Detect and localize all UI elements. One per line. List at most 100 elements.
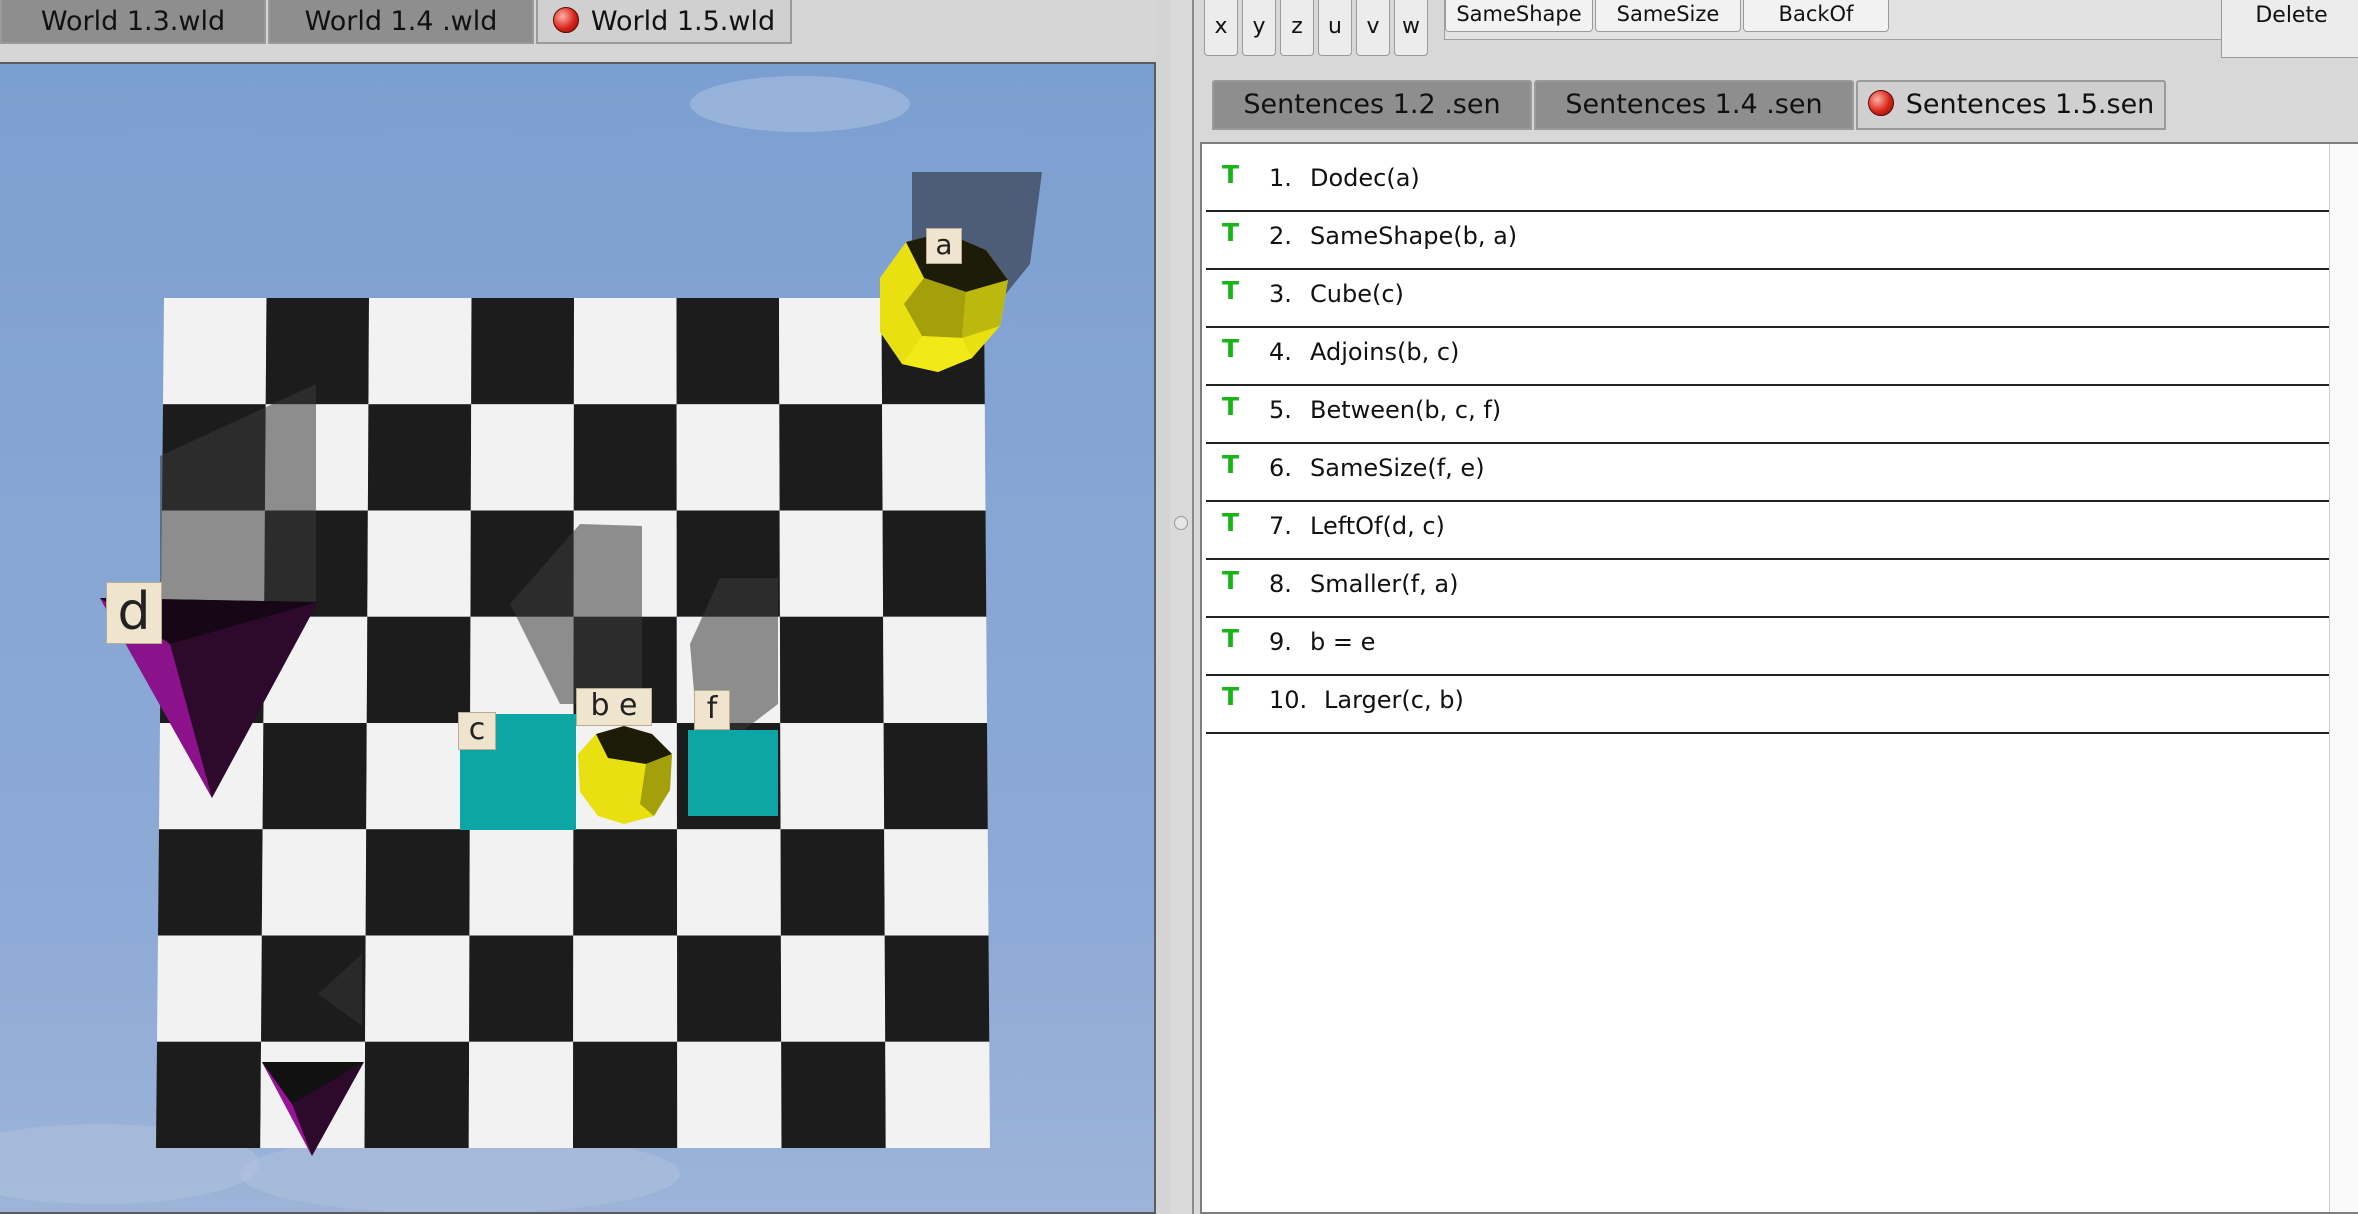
board-square[interactable] [157, 935, 262, 1042]
board-square[interactable] [364, 1041, 470, 1148]
board-square[interactable] [573, 298, 677, 405]
tab-world-1-3[interactable]: World 1.3.wld [0, 0, 266, 44]
sentence-editor[interactable]: T 1. Dodec(a) T 2. SameShape(b, a) T 3. … [1200, 142, 2358, 1214]
sentence-text[interactable]: Cube(c) [1310, 280, 1404, 308]
board-square[interactable] [677, 935, 782, 1042]
board-square[interactable] [158, 829, 263, 936]
variable-button-x[interactable]: x [1204, 0, 1238, 56]
board-square[interactable] [163, 298, 267, 405]
board-square[interactable] [780, 935, 886, 1042]
board-square[interactable] [676, 404, 780, 511]
variable-button-z[interactable]: z [1280, 0, 1314, 56]
predicate-button-sameshape[interactable]: SameShape [1445, 0, 1593, 32]
sentence-text[interactable]: Dodec(a) [1310, 164, 1420, 192]
sentence-row[interactable]: T 1. Dodec(a) [1206, 154, 2330, 212]
board-square[interactable] [365, 829, 470, 936]
tab-label: World 1.4 .wld [304, 6, 498, 37]
board-square[interactable] [781, 1041, 886, 1148]
vertical-scrollbar[interactable] [2329, 144, 2358, 1212]
sentence-text[interactable]: SameSize(f, e) [1310, 454, 1485, 482]
board-square[interactable] [885, 1041, 990, 1148]
truth-value: T [1222, 334, 1240, 363]
variable-button-y[interactable]: y [1242, 0, 1276, 56]
truth-value: T [1222, 682, 1240, 711]
board-square[interactable] [261, 829, 367, 936]
sentence-row[interactable]: T 6. SameSize(f, e) [1206, 444, 2330, 502]
board-square[interactable] [470, 404, 574, 511]
predicate-button-samesize[interactable]: SameSize [1595, 0, 1741, 32]
sentence-text[interactable]: Larger(c, b) [1324, 686, 1464, 714]
board-square[interactable] [676, 829, 781, 936]
board-square[interactable] [367, 510, 471, 617]
board-square[interactable] [882, 510, 987, 617]
object-label-f: f [694, 690, 730, 730]
board-square[interactable] [573, 1041, 678, 1148]
sentence-row[interactable]: T 5. Between(b, c, f) [1206, 386, 2330, 444]
tab-world-1-5[interactable]: World 1.5.wld [536, 0, 792, 44]
sentence-row[interactable]: T 9. b = e [1206, 618, 2330, 676]
board-square[interactable] [884, 935, 990, 1042]
sentence-text[interactable]: Between(b, c, f) [1310, 396, 1501, 424]
object-label-a: a [926, 228, 962, 264]
truth-value: T [1222, 392, 1240, 421]
board-square[interactable] [779, 616, 884, 723]
sentence-number: 8. [1269, 570, 1292, 598]
sentence-number: 3. [1269, 280, 1292, 308]
sentence-text[interactable]: Adjoins(b, c) [1310, 338, 1459, 366]
sentence-number: 2. [1269, 222, 1292, 250]
tab-sentences-1-2[interactable]: Sentences 1.2 .sen [1212, 80, 1532, 130]
board-square[interactable] [573, 935, 678, 1042]
board-square[interactable] [779, 404, 883, 511]
modified-indicator-icon [552, 7, 579, 33]
board-square[interactable] [368, 298, 472, 405]
board-square[interactable] [365, 935, 470, 1042]
board-square[interactable] [780, 723, 885, 830]
board-square[interactable] [366, 723, 471, 830]
sentence-row[interactable]: T 8. Smaller(f, a) [1206, 560, 2330, 618]
sentence-row[interactable]: T 2. SameShape(b, a) [1206, 212, 2330, 270]
board-square[interactable] [780, 829, 885, 936]
tab-sentences-1-4[interactable]: Sentences 1.4 .sen [1534, 80, 1854, 130]
board-square[interactable] [469, 935, 574, 1042]
board-square[interactable] [468, 1041, 574, 1148]
board-square[interactable] [677, 1041, 782, 1148]
board-square[interactable] [779, 510, 884, 617]
board-square[interactable] [156, 1041, 262, 1148]
board-square[interactable] [471, 298, 574, 405]
tab-world-1-4[interactable]: World 1.4 .wld [268, 0, 534, 44]
board-square[interactable] [573, 829, 678, 936]
tab-sentences-1-5[interactable]: Sentences 1.5.sen [1856, 80, 2166, 130]
board-square[interactable] [676, 298, 780, 405]
board-square[interactable] [883, 616, 987, 723]
split-pane-divider[interactable] [1170, 0, 1194, 1214]
truth-value: T [1222, 218, 1240, 247]
board-square[interactable] [884, 829, 989, 936]
sentence-text[interactable]: b = e [1310, 628, 1375, 656]
variable-button-v[interactable]: v [1356, 0, 1390, 56]
delete-button[interactable]: Delete [2221, 0, 2358, 58]
board-square[interactable] [366, 616, 471, 723]
sentence-text[interactable]: Smaller(f, a) [1310, 570, 1458, 598]
sentence-number: 10. [1269, 686, 1308, 714]
variable-button-w[interactable]: w [1394, 0, 1428, 56]
board-square[interactable] [469, 829, 574, 936]
board-square[interactable] [367, 404, 472, 511]
board-square[interactable] [265, 298, 369, 405]
divider-grip-icon[interactable] [1174, 516, 1188, 530]
sentence-row[interactable]: T 4. Adjoins(b, c) [1206, 328, 2330, 386]
sentence-row[interactable]: T 7. LeftOf(d, c) [1206, 502, 2330, 560]
sentence-text[interactable]: SameShape(b, a) [1310, 222, 1517, 250]
board-square[interactable] [883, 723, 988, 830]
cube-f[interactable] [688, 730, 778, 816]
board-square[interactable] [882, 404, 986, 511]
board-square[interactable] [573, 404, 677, 511]
variable-button-u[interactable]: u [1318, 0, 1352, 56]
board-square[interactable] [779, 298, 883, 405]
world-3d-view[interactable]: a d c b e f [0, 62, 1156, 1214]
sentence-row[interactable]: T 3. Cube(c) [1206, 270, 2330, 328]
sentence-text[interactable]: LeftOf(d, c) [1310, 512, 1445, 540]
board-square[interactable] [262, 723, 367, 830]
sentence-row[interactable]: T 10. Larger(c, b) [1206, 676, 2330, 734]
sentence-tab-bar: Sentences 1.2 .sen Sentences 1.4 .sen Se… [1212, 80, 2358, 132]
predicate-button-backof[interactable]: BackOf [1743, 0, 1889, 32]
